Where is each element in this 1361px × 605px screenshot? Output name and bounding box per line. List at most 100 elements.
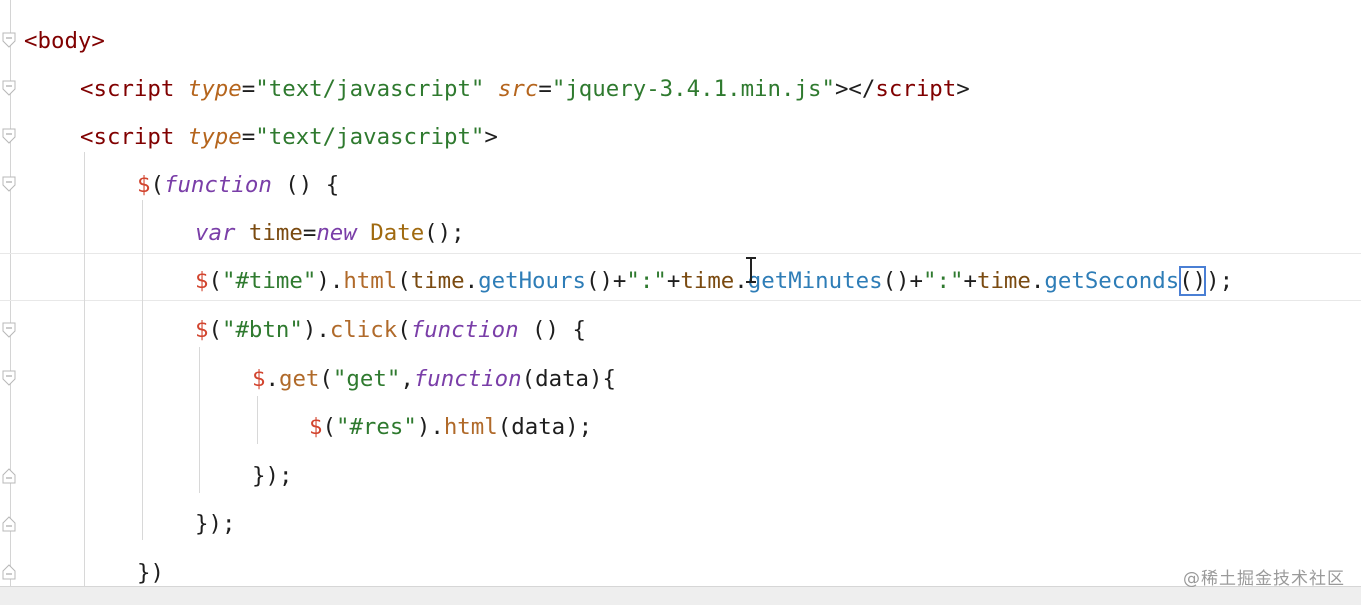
code-line[interactable]: }): [137, 558, 164, 588]
code-token: >: [956, 76, 970, 102]
code-token: function: [163, 172, 272, 198]
code-line[interactable]: });: [195, 509, 235, 539]
code-token: =: [538, 76, 552, 102]
code-token: time: [410, 268, 465, 294]
code-token: ":": [923, 268, 964, 294]
code-line[interactable]: $(function () {: [137, 170, 339, 200]
code-token: getHours: [478, 268, 586, 294]
code-editor[interactable]: <body> <script type="text/javascript" src…: [0, 0, 1361, 605]
code-token: () {: [271, 172, 340, 198]
code-token: Date: [370, 220, 425, 246]
code-token: <script: [80, 124, 188, 150]
code-line[interactable]: <script type="text/javascript" src="jque…: [80, 74, 970, 104]
code-line[interactable]: <body>: [24, 26, 105, 56]
code-line[interactable]: $.get("get",function(data){: [252, 364, 616, 394]
code-token: "#res": [335, 414, 417, 440]
indent-guide: [142, 200, 143, 540]
code-token: ></: [834, 76, 876, 102]
fold-collapse-icon[interactable]: [2, 32, 16, 48]
code-token: time: [976, 268, 1031, 294]
code-token: ).: [302, 317, 330, 343]
code-line[interactable]: <script type="text/javascript">: [80, 122, 498, 152]
code-token: (: [208, 268, 222, 294]
code-token: "get": [332, 366, 401, 392]
code-token: +: [666, 268, 681, 294]
code-token: time: [680, 268, 735, 294]
code-token: =: [241, 76, 256, 102]
fold-collapse-icon[interactable]: [2, 80, 16, 96]
code-token: type: [187, 76, 242, 102]
watermark: @稀土掘金技术社区: [1183, 569, 1345, 589]
code-token: ":": [626, 268, 667, 294]
code-token: click: [329, 317, 398, 343]
code-token: get: [278, 366, 320, 392]
code-token: "text/javascript": [255, 76, 498, 102]
code-token: ()+: [882, 268, 924, 294]
fold-end-icon: [2, 468, 16, 484]
code-token: =: [302, 220, 317, 246]
code-token: .: [1030, 268, 1045, 294]
code-token: .: [464, 268, 479, 294]
code-token: $: [309, 414, 323, 440]
code-token: ,: [400, 366, 414, 392]
code-token: });: [195, 511, 236, 537]
code-token: "text/javascript": [255, 124, 485, 150]
code-token: "#time": [221, 268, 317, 294]
code-token: $: [252, 366, 266, 392]
text-cursor-icon: [744, 257, 758, 283]
code-token: html: [343, 268, 398, 294]
code-token: (: [150, 172, 164, 198]
code-token: function: [410, 317, 519, 343]
fold-collapse-icon[interactable]: [2, 322, 16, 338]
code-token: (: [208, 317, 222, 343]
indent-guide: [84, 152, 85, 586]
code-token: >: [484, 124, 498, 150]
fold-collapse-icon[interactable]: [2, 176, 16, 192]
code-token: () {: [518, 317, 586, 343]
code-token: $: [195, 317, 209, 343]
code-token: (data){: [521, 366, 617, 392]
code-line[interactable]: });: [252, 461, 292, 491]
horizontal-scrollbar[interactable]: [0, 586, 1361, 605]
code-token: ).: [416, 414, 444, 440]
code-token: (data);: [497, 414, 593, 440]
fold-end-icon: [2, 564, 16, 580]
code-line[interactable]: $("#res").html(data);: [309, 412, 592, 442]
code-token: $: [195, 268, 209, 294]
code-token: (: [322, 414, 336, 440]
code-token: ).: [316, 268, 344, 294]
code-token: time: [248, 220, 303, 246]
fold-collapse-icon[interactable]: [2, 370, 16, 386]
code-token: src: [497, 76, 539, 102]
code-token: <script: [80, 76, 188, 102]
indent-guide: [257, 396, 258, 444]
code-token: "jquery-3.4.1.min.js": [551, 76, 835, 102]
fold-end-icon: [2, 516, 16, 532]
code-token: }): [137, 560, 164, 586]
indent-guide: [199, 347, 200, 493]
code-line[interactable]: var time=new Date();: [195, 218, 465, 248]
code-token: var: [195, 220, 249, 246]
code-token: <body>: [24, 28, 105, 54]
code-token: (: [397, 268, 411, 294]
code-line[interactable]: $("#time").html(time.getHours()+":"+time…: [195, 266, 1233, 296]
code-token: html: [443, 414, 498, 440]
code-token: ();: [424, 220, 465, 246]
code-token: );: [1206, 268, 1234, 294]
code-token: =: [241, 124, 256, 150]
code-line[interactable]: $("#btn").click(function () {: [195, 315, 586, 345]
code-token: (: [397, 317, 411, 343]
code-token: .: [265, 366, 279, 392]
code-token: getMinutes: [747, 268, 883, 294]
code-token: +: [963, 268, 977, 294]
fold-collapse-icon[interactable]: [2, 128, 16, 144]
code-token: $: [137, 172, 151, 198]
code-token: "#btn": [221, 317, 303, 343]
code-token: script: [875, 76, 957, 102]
code-token: });: [252, 463, 293, 489]
matched-bracket-highlight: (): [1179, 266, 1207, 296]
code-token: type: [187, 124, 242, 150]
code-token: new: [316, 220, 371, 246]
code-token: ()+: [585, 268, 627, 294]
code-token: getSeconds: [1044, 268, 1180, 294]
